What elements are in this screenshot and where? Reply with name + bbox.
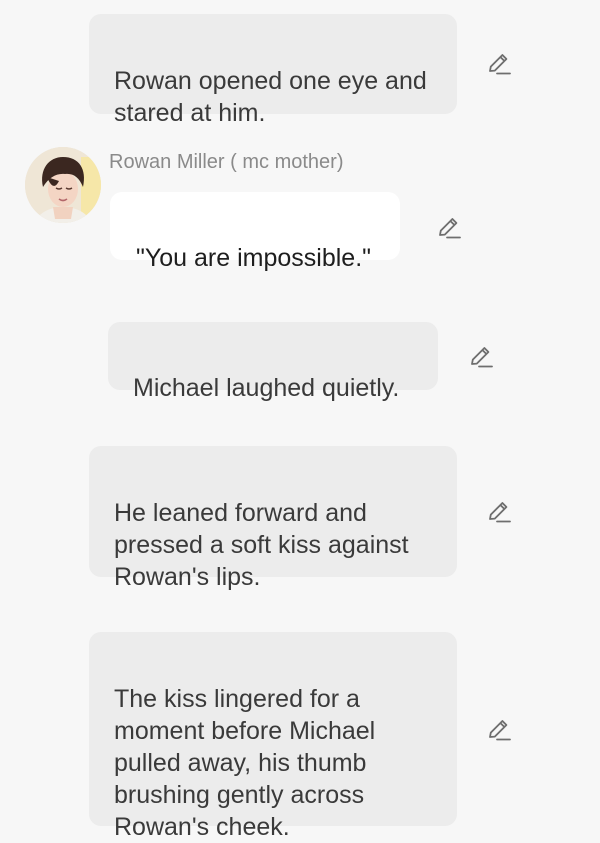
narration-text: He leaned forward and pressed a soft kis… xyxy=(114,499,409,591)
pencil-edit-icon[interactable] xyxy=(486,717,512,743)
narration-bubble: The kiss lingered for a moment before Mi… xyxy=(89,632,457,841)
narration-text: Rowan opened one eye and stared at him. xyxy=(114,67,427,127)
narration-bubble: He leaned forward and pressed a soft kis… xyxy=(89,446,457,591)
narration-text: The kiss lingered for a moment before Mi… xyxy=(114,685,376,841)
character-avatar[interactable] xyxy=(25,147,101,223)
speech-bubble: "You are impossible." xyxy=(110,192,400,272)
narration-bubble: Rowan opened one eye and stared at him. xyxy=(89,14,457,127)
narration-bubble: Michael laughed quietly. xyxy=(108,322,438,402)
pencil-edit-icon[interactable] xyxy=(486,51,512,77)
speaker-name: Rowan Miller ( mc mother) xyxy=(109,151,344,173)
pencil-edit-icon[interactable] xyxy=(468,344,494,370)
pencil-edit-icon[interactable] xyxy=(436,215,462,241)
pencil-edit-icon[interactable] xyxy=(486,499,512,525)
narration-text: Michael laughed quietly. xyxy=(133,374,400,402)
speech-text: "You are impossible." xyxy=(136,244,372,272)
